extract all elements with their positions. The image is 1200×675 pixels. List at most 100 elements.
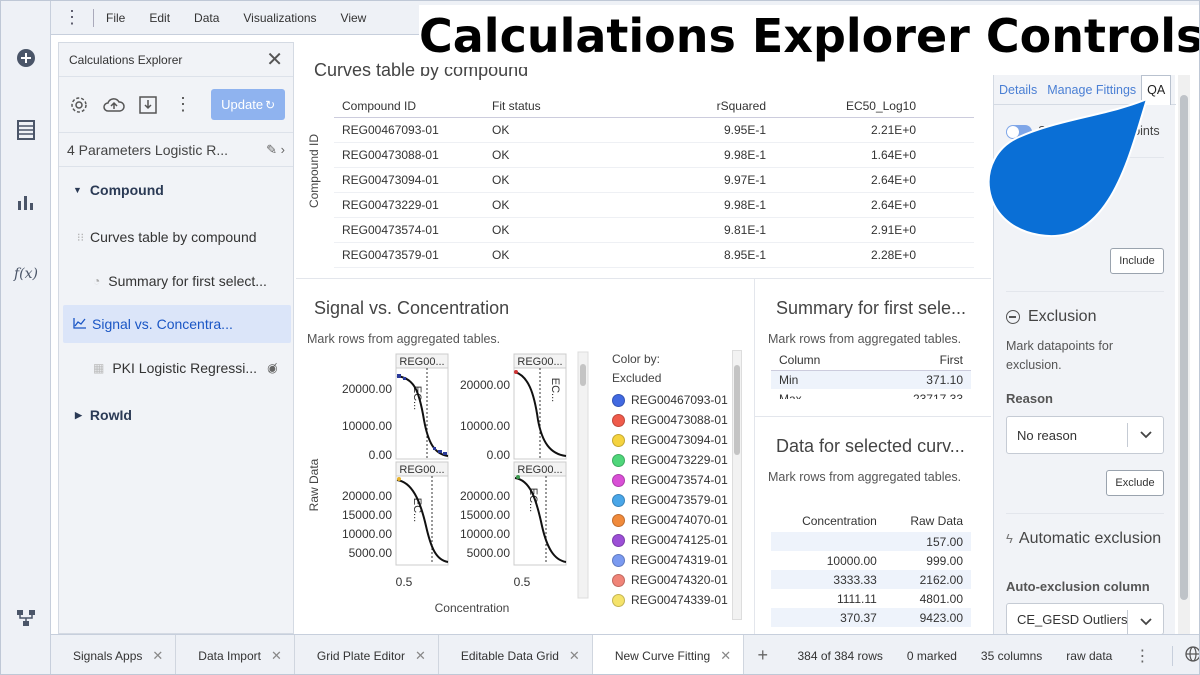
- trellis-panel[interactable]: REG00... EC...: [513, 353, 567, 460]
- table-row[interactable]: REG00473579-01 OK 8.95E-1 2.28E+0: [334, 242, 974, 268]
- legend-item[interactable]: REG00474070-01: [612, 510, 728, 530]
- legend-item[interactable]: REG00474320-01: [612, 570, 728, 590]
- legend-item[interactable]: REG00467093-01: [612, 390, 728, 410]
- add-icon[interactable]: [13, 45, 39, 71]
- tab-editable-data-grid[interactable]: Editable Data Grid ✕: [439, 634, 593, 674]
- function-icon[interactable]: f(x): [13, 261, 39, 287]
- menu-edit[interactable]: Edit: [149, 11, 170, 25]
- tab-grid-plate-editor[interactable]: Grid Plate Editor ✕: [295, 634, 439, 674]
- legend-item-label: REG00473579-01: [631, 493, 728, 507]
- legend-item[interactable]: REG00474125-01: [612, 530, 728, 550]
- globe-icon[interactable]: [1185, 646, 1199, 665]
- legend-item[interactable]: REG00474339-01: [612, 590, 728, 610]
- reason-dropdown[interactable]: No reason: [1006, 416, 1164, 454]
- table-row[interactable]: 157.00: [771, 532, 971, 551]
- summary-table[interactable]: Column First Min 371.10 Max 23717.33: [771, 351, 971, 399]
- trellis-scrollbar-thumb[interactable]: [580, 364, 586, 386]
- legend-scrollbar[interactable]: [732, 350, 742, 620]
- column-header[interactable]: rSquared: [634, 95, 774, 118]
- legend-color-by-value[interactable]: Excluded: [612, 371, 661, 385]
- tab-data-import[interactable]: Data Import ✕: [176, 634, 295, 674]
- hidden-eye-icon[interactable]: ◉̸: [267, 361, 277, 375]
- trellis-panel[interactable]: REG00... EC...: [395, 461, 449, 566]
- close-icon[interactable]: ✕: [152, 648, 163, 664]
- auto-exclusion-column-dropdown[interactable]: CE_GESD Outliers: [1006, 603, 1164, 635]
- tree-node-curves-table[interactable]: ⁝⁝ Curves table by compound: [59, 218, 293, 256]
- table-row[interactable]: Max 23717.33: [771, 389, 971, 400]
- legend-item[interactable]: REG00473088-01: [612, 410, 728, 430]
- close-icon[interactable]: ✕: [415, 648, 426, 664]
- close-icon[interactable]: ✕: [266, 47, 283, 72]
- menu-view[interactable]: View: [341, 11, 367, 25]
- collapse-triangle-icon[interactable]: ▼: [73, 185, 82, 195]
- legend-item[interactable]: REG00473229-01: [612, 450, 728, 470]
- tab-new-curve-fitting[interactable]: New Curve Fitting ✕: [592, 634, 745, 674]
- tree-node-signal[interactable]: Signal vs. Concentra...: [63, 305, 291, 343]
- chevron-down-icon[interactable]: [1127, 423, 1163, 447]
- tree-node-summary[interactable]: ◔ Summary for first select...: [59, 262, 293, 300]
- calculations-explorer-panel: Calculations Explorer ✕ ⋮ Update ↻ 4 Par…: [58, 42, 294, 634]
- close-icon[interactable]: ✕: [720, 648, 731, 664]
- column-header: First: [939, 353, 963, 368]
- qa-panel-scrollbar[interactable]: [1178, 75, 1190, 634]
- color-legend[interactable]: Color by: Excluded REG00467093-01 REG0047…: [612, 350, 742, 626]
- tab-label: New Curve Fitting: [614, 648, 711, 663]
- legend-item[interactable]: REG00474319-01: [612, 550, 728, 570]
- app-menu-icon[interactable]: ⋮: [51, 7, 93, 28]
- legend-item[interactable]: REG00473579-01: [612, 490, 728, 510]
- curves-table[interactable]: Compound ID Fit status rSquared EC50_Log…: [334, 95, 974, 268]
- table-row[interactable]: 3333.33 2162.00: [771, 570, 971, 589]
- tab-signals-apps[interactable]: Signals Apps ✕: [51, 634, 177, 674]
- legend-item[interactable]: REG00473094-01: [612, 430, 728, 450]
- more-options-icon[interactable]: ⋮: [1134, 646, 1150, 666]
- tab-manage-fittings[interactable]: Manage Fittings: [1042, 83, 1141, 97]
- trellis-plot[interactable]: Raw Data Concentration 20000.00 10000.00…: [306, 350, 596, 620]
- menu-data[interactable]: Data: [194, 11, 219, 25]
- add-tab-icon[interactable]: +: [744, 645, 781, 666]
- include-button[interactable]: Include: [1110, 248, 1164, 274]
- hierarchy-icon[interactable]: [13, 605, 39, 631]
- selected-data-table[interactable]: Concentration Raw Data 157.00 10000.00 999…: [771, 510, 971, 627]
- curves-table-yaxis-label: Compound ID: [307, 133, 321, 209]
- data-table-icon[interactable]: [13, 117, 39, 143]
- table-row[interactable]: Min 371.10: [771, 370, 971, 389]
- trellis-scrollbar[interactable]: [577, 351, 589, 599]
- tree-node-rowid[interactable]: ▶ RowId: [59, 396, 293, 434]
- selected-header: Concentration Raw Data: [771, 510, 971, 532]
- more-options-icon[interactable]: ⋮: [171, 92, 196, 118]
- update-button[interactable]: Update ↻: [211, 89, 286, 120]
- column-header[interactable]: Compound ID: [334, 95, 484, 118]
- table-row[interactable]: 10000.00 999.00: [771, 551, 971, 570]
- table-row[interactable]: REG00473094-01 OK 9.97E-1 2.64E+0: [334, 167, 974, 193]
- column-header[interactable]: Fit status: [484, 95, 634, 118]
- edit-pencil-icon[interactable]: ✎ ›: [266, 142, 285, 158]
- qa-panel-scrollbar-thumb[interactable]: [1180, 95, 1188, 600]
- chevron-down-icon[interactable]: [1127, 610, 1163, 634]
- tree-node-compound[interactable]: ▼ Compound: [59, 171, 293, 209]
- download-icon[interactable]: [136, 92, 161, 118]
- legend-color-swatch: [612, 573, 625, 587]
- legend-scrollbar-thumb[interactable]: [734, 365, 740, 455]
- settings-gear-icon[interactable]: [67, 92, 92, 118]
- expand-triangle-icon[interactable]: ▶: [75, 410, 82, 421]
- menu-file[interactable]: File: [106, 11, 125, 25]
- table-row[interactable]: 1111.11 4801.00: [771, 589, 971, 608]
- table-row[interactable]: REG00467093-01 OK 9.95E-1 2.21E+0: [334, 117, 974, 143]
- table-row[interactable]: REG00473229-01 OK 9.98E-1 2.64E+0: [334, 192, 974, 218]
- column-header[interactable]: EC50_Log10: [774, 95, 924, 118]
- close-icon[interactable]: ✕: [569, 648, 580, 664]
- menu-visualizations[interactable]: Visualizations: [243, 11, 316, 25]
- calculation-name-row[interactable]: 4 Parameters Logistic R... ✎ ›: [59, 133, 293, 167]
- trellis-panel[interactable]: REG00... EC...: [513, 461, 567, 566]
- bar-chart-icon[interactable]: [13, 189, 39, 215]
- cloud-upload-icon[interactable]: [102, 92, 127, 118]
- table-row[interactable]: 370.37 9423.00: [771, 608, 971, 627]
- trellis-panel[interactable]: REG00... EC...: [395, 353, 449, 460]
- table-row[interactable]: REG00473088-01 OK 9.98E-1 1.64E+0: [334, 142, 974, 168]
- table-row[interactable]: REG00473574-01 OK 9.81E-1 2.91E+0: [334, 217, 974, 243]
- legend-item[interactable]: REG00473574-01: [612, 470, 728, 490]
- tab-details[interactable]: Details: [994, 83, 1042, 97]
- close-icon[interactable]: ✕: [271, 648, 282, 664]
- tree-node-pki[interactable]: ▦ PKI Logistic Regressi... ◉̸: [59, 349, 293, 387]
- exclude-button[interactable]: Exclude: [1106, 470, 1164, 496]
